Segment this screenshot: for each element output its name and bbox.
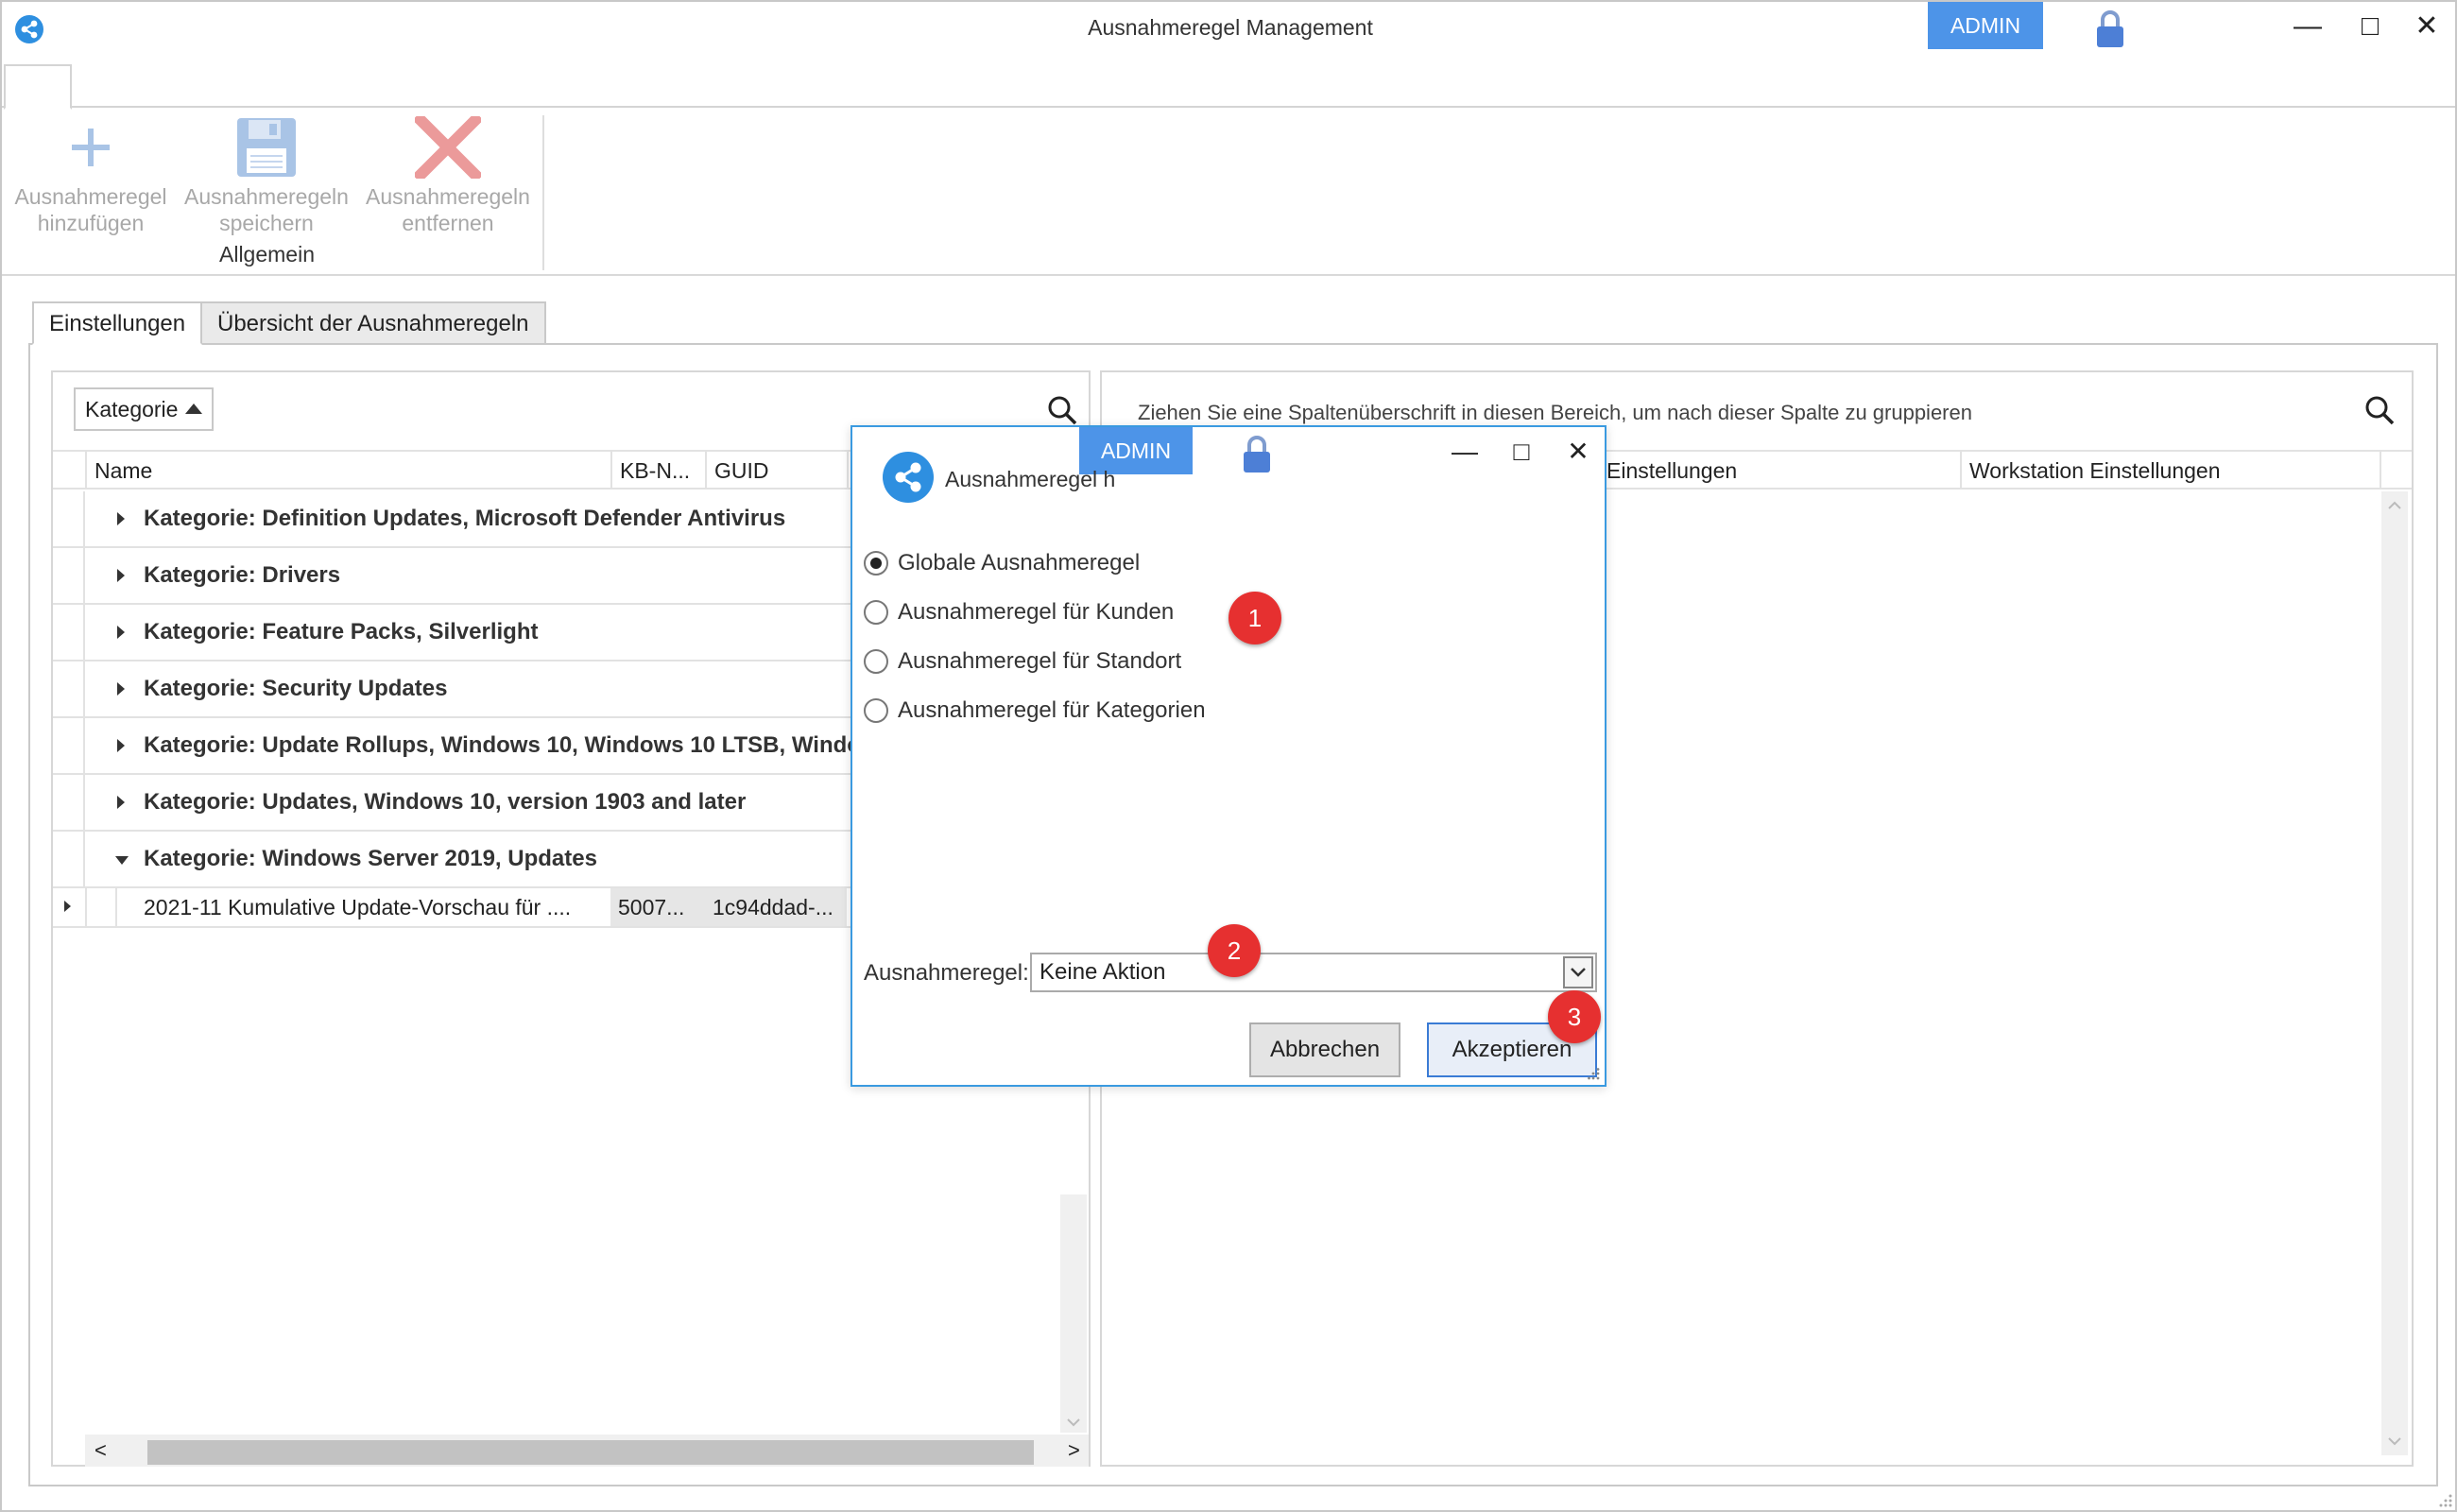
- dialog-maximize-button[interactable]: □: [1503, 433, 1540, 471]
- tab-overview[interactable]: Übersicht der Ausnahmeregeln: [200, 301, 546, 345]
- scroll-down-icon[interactable]: [2381, 1433, 2408, 1452]
- ribbon-separator: [542, 115, 544, 270]
- column-header-spacer: [2380, 452, 2412, 490]
- cell-guid[interactable]: 1c94ddad-...: [705, 888, 847, 926]
- column-header-workstation-settings[interactable]: Workstation Einstellungen: [1960, 452, 2380, 490]
- row-indent: [85, 888, 117, 926]
- radio-label: Ausnahmeregel für Standort: [898, 648, 1182, 674]
- lock-icon: [2095, 9, 2125, 49]
- vertical-scrollbar[interactable]: [2381, 491, 2408, 1455]
- column-header-guid[interactable]: GUID: [705, 452, 847, 490]
- group-label: Kategorie: Drivers: [144, 562, 341, 588]
- vertical-scrollbar[interactable]: [1060, 1194, 1087, 1433]
- remove-rules-label-2: entfernen: [402, 211, 494, 235]
- group-chip-category[interactable]: Kategorie: [74, 387, 215, 431]
- save-icon: [180, 112, 353, 183]
- ribbon-group-label: Allgemein: [219, 242, 315, 266]
- ribbon-tab-home[interactable]: [4, 64, 72, 110]
- window-title: Ausnahmeregel Management: [1088, 15, 1373, 40]
- search-icon[interactable]: [1047, 395, 1077, 425]
- expand-caret-icon[interactable]: [117, 512, 125, 525]
- collapse-caret-icon[interactable]: [115, 856, 129, 865]
- expand-caret-icon[interactable]: [117, 626, 125, 639]
- ribbon-tab-strip: [2, 60, 2455, 110]
- column-header-server-settings[interactable]: r Einstellungen: [1586, 452, 1958, 490]
- close-button[interactable]: ✕: [2408, 8, 2446, 45]
- horizontal-scrollbar[interactable]: < >: [85, 1435, 1089, 1467]
- add-rule-label-2: hinzufügen: [37, 211, 145, 235]
- radio-label: Ausnahmeregel für Kategorien: [898, 697, 1206, 723]
- add-rule-button[interactable]: Ausnahmeregel hinzufügen: [9, 112, 172, 236]
- column-header-kb[interactable]: KB-N...: [610, 452, 705, 490]
- radio-label: Globale Ausnahmeregel: [898, 550, 1141, 576]
- add-rule-dialog: ADMIN Ausnahmeregel h — □ ✕ Globale Ausn…: [850, 425, 1606, 1087]
- column-header-name[interactable]: Name: [85, 452, 660, 490]
- dialog-title: Ausnahmeregel h: [945, 467, 1116, 491]
- row-expand-icon[interactable]: [64, 901, 71, 912]
- group-label: Kategorie: Definition Updates, Microsoft…: [144, 506, 786, 531]
- radio-label: Ausnahmeregel für Kunden: [898, 599, 1175, 625]
- minimize-button[interactable]: —: [2289, 8, 2327, 45]
- group-chip-label: Kategorie: [85, 397, 179, 421]
- callout-2: 2: [1208, 924, 1261, 977]
- rule-action-select[interactable]: Keine Aktion: [1030, 953, 1597, 992]
- resize-grip-icon[interactable]: [1588, 1068, 1601, 1081]
- radio-indicator[interactable]: [864, 649, 888, 674]
- resize-grip-icon[interactable]: [2438, 1493, 2453, 1508]
- select-value: Keine Aktion: [1040, 959, 1166, 985]
- group-label: Kategorie: Security Updates: [144, 676, 448, 701]
- expand-caret-icon[interactable]: [117, 682, 125, 696]
- lock-icon: [1242, 435, 1272, 474]
- expand-caret-icon[interactable]: [117, 569, 125, 582]
- cell-name[interactable]: 2021-11 Kumulative Update-Vorschau für .…: [136, 888, 609, 926]
- rule-action-label: Ausnahmeregel:: [864, 960, 1029, 986]
- callout-1: 1: [1228, 592, 1281, 644]
- group-label: Kategorie: Updates, Windows 10, version …: [144, 789, 747, 815]
- radio-category-rule[interactable]: Ausnahmeregel für Kategorien: [864, 697, 1206, 724]
- group-label: Kategorie: Windows Server 2019, Updates: [144, 846, 597, 871]
- plus-icon: [9, 112, 172, 183]
- title-bar: Ausnahmeregel Management ADMIN — □ ✕: [2, 2, 2455, 60]
- group-drop-hint: Ziehen Sie eine Spaltenüberschrift in di…: [1138, 401, 1972, 424]
- scroll-up-icon[interactable]: [2381, 495, 2408, 514]
- dialog-minimize-button[interactable]: —: [1446, 433, 1484, 471]
- dialog-close-button[interactable]: ✕: [1559, 433, 1597, 471]
- add-rule-label-1: Ausnahmeregel: [14, 184, 167, 209]
- radio-global-rule[interactable]: Globale Ausnahmeregel: [864, 550, 1140, 576]
- radio-indicator[interactable]: [864, 551, 888, 576]
- remove-rules-label-1: Ausnahmeregeln: [366, 184, 530, 209]
- maximize-button[interactable]: □: [2351, 8, 2389, 45]
- scrollbar-thumb[interactable]: [147, 1440, 1034, 1465]
- sort-ascending-icon: [185, 404, 203, 414]
- scroll-down-icon[interactable]: [1060, 1414, 1087, 1433]
- radio-site-rule[interactable]: Ausnahmeregel für Standort: [864, 648, 1181, 675]
- expand-caret-icon[interactable]: [117, 796, 125, 809]
- expand-caret-icon[interactable]: [117, 739, 125, 752]
- tab-settings[interactable]: Einstellungen: [32, 301, 203, 345]
- scroll-right-icon[interactable]: >: [1068, 1435, 1080, 1467]
- cancel-button[interactable]: Abbrechen: [1249, 1022, 1400, 1077]
- chevron-down-icon[interactable]: [1563, 956, 1593, 988]
- radio-indicator[interactable]: [864, 600, 888, 625]
- group-label: Kategorie: Update Rollups, Windows 10, W…: [144, 732, 891, 758]
- cell-kb[interactable]: 5007...: [610, 888, 705, 926]
- save-rules-label-2: speichern: [219, 211, 314, 235]
- save-rules-label-1: Ausnahmeregeln: [184, 184, 349, 209]
- share-app-icon: [883, 452, 934, 503]
- admin-badge: ADMIN: [1928, 2, 2043, 49]
- radio-customer-rule[interactable]: Ausnahmeregel für Kunden: [864, 599, 1174, 626]
- save-rules-button[interactable]: Ausnahmeregeln speichern: [180, 112, 353, 236]
- scroll-left-icon[interactable]: <: [94, 1435, 107, 1467]
- delete-x-icon: [361, 112, 535, 183]
- remove-rules-button[interactable]: Ausnahmeregeln entfernen: [361, 112, 535, 236]
- callout-3: 3: [1548, 990, 1601, 1043]
- radio-indicator[interactable]: [864, 698, 888, 723]
- search-icon[interactable]: [2364, 395, 2395, 425]
- ribbon: Ausnahmeregel hinzufügen Ausnahmeregeln …: [2, 108, 2455, 276]
- group-label: Kategorie: Feature Packs, Silverlight: [144, 619, 539, 644]
- header-indent: [53, 452, 85, 490]
